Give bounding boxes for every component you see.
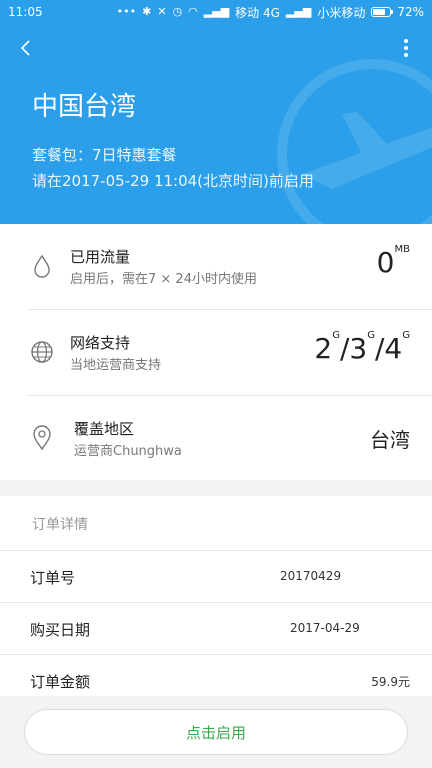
header: 中国台湾 套餐包：7日特惠套餐 请在2017-05-29 11:04(北京时间)… (0, 24, 432, 224)
status-icons: ••• ✱ ✕ ◷ ◠ ▂▄▆ 移动 4G ▂▄▆ 小米移动 72% (117, 4, 424, 21)
back-button[interactable] (14, 36, 38, 60)
battery-icon (371, 7, 394, 17)
network-3g: 3 (349, 332, 368, 365)
coverage-value: 台湾 (370, 428, 410, 452)
dot (404, 39, 408, 43)
battery-fill (373, 9, 385, 15)
network-4g: 4 (384, 332, 403, 365)
order-amount-row: 订单金额 59.9元 (0, 655, 432, 696)
data-used-unit: MB (394, 244, 411, 255)
page-title: 中国台湾 (32, 92, 137, 122)
data-used-number: 0 (376, 246, 395, 279)
activate-deadline: 请在2017-05-29 11:04(北京时间)前启用 (32, 172, 314, 190)
data-used-row: 已用流量 启用后，需在7 × 24小时内使用 0MB (0, 224, 432, 309)
data-used-value: 0MB (376, 244, 411, 279)
status-bar: 11:05 ••• ✱ ✕ ◷ ◠ ▂▄▆ 移动 4G ▂▄▆ 小米移动 72% (0, 0, 432, 24)
g-sup: G (402, 330, 410, 341)
data-used-label: 已用流量 (70, 248, 131, 266)
order-amount-label: 订单金额 (30, 673, 91, 691)
coverage-label: 覆盖地区 (74, 420, 135, 438)
more-notifications-icon: ••• (116, 5, 137, 18)
order-number-row: 订单号 20170429 (0, 551, 432, 602)
separator: / (339, 332, 350, 365)
activate-button[interactable]: 点击启用 (24, 709, 408, 755)
separator: / (374, 332, 385, 365)
order-amount-value: 59.9元 (371, 675, 410, 689)
network-desc: 当地运营商支持 (70, 358, 162, 373)
network-row: 网络支持 当地运营商支持 2G/3G/4G (0, 310, 432, 395)
purchase-date-row: 购买日期 2017-04-29 (0, 603, 432, 654)
mute-icon: ✕ (157, 5, 167, 18)
data-used-desc: 启用后，需在7 × 24小时内使用 (70, 272, 257, 287)
signal-icon: ▂▄▆ (285, 5, 312, 18)
carrier-2: 小米移动 (317, 5, 366, 20)
purchase-date-label: 购买日期 (30, 621, 91, 639)
status-time: 11:05 (8, 5, 43, 19)
network-2g: 2 (314, 332, 333, 365)
more-menu-button[interactable] (398, 36, 414, 60)
order-section-title: 订单详情 (32, 517, 88, 533)
signal-icon: ▂▄▆ (203, 5, 230, 18)
battery-percent: 72% (397, 5, 424, 19)
bottom-bar: 点击启用 (0, 696, 432, 768)
dot (404, 46, 408, 50)
bluetooth-icon: ✱ (142, 5, 152, 18)
network-label: 网络支持 (70, 334, 131, 352)
order-details-card: 订单详情 订单号 20170429 购买日期 2017-04-29 订单金额 5… (0, 496, 432, 696)
network-value: 2G/3G/4G (314, 330, 410, 365)
coverage-desc: 运营商Chunghwa (74, 444, 182, 459)
globe-icon (31, 341, 53, 363)
alarm-icon: ◷ (172, 5, 183, 18)
g-sup: G (367, 330, 375, 341)
wifi-icon: ◠ (188, 5, 198, 18)
package-name: 套餐包：7日特惠套餐 (32, 146, 177, 164)
airplane-watermark-icon (277, 59, 432, 224)
dot (404, 53, 408, 57)
location-pin-icon (33, 425, 51, 451)
purchase-date-value: 2017-04-29 (290, 621, 360, 635)
order-number-label: 订单号 (30, 569, 76, 587)
order-number-value: 20170429 (280, 569, 342, 583)
water-drop-icon (34, 254, 50, 278)
carrier-1: 移动 4G (235, 5, 280, 20)
coverage-row: 覆盖地区 运营商Chunghwa 台湾 (0, 396, 432, 481)
g-sup: G (332, 330, 340, 341)
package-info-card: 已用流量 启用后，需在7 × 24小时内使用 0MB 网络支持 当地运营商支持 … (0, 224, 432, 480)
chevron-left-icon (20, 40, 30, 56)
